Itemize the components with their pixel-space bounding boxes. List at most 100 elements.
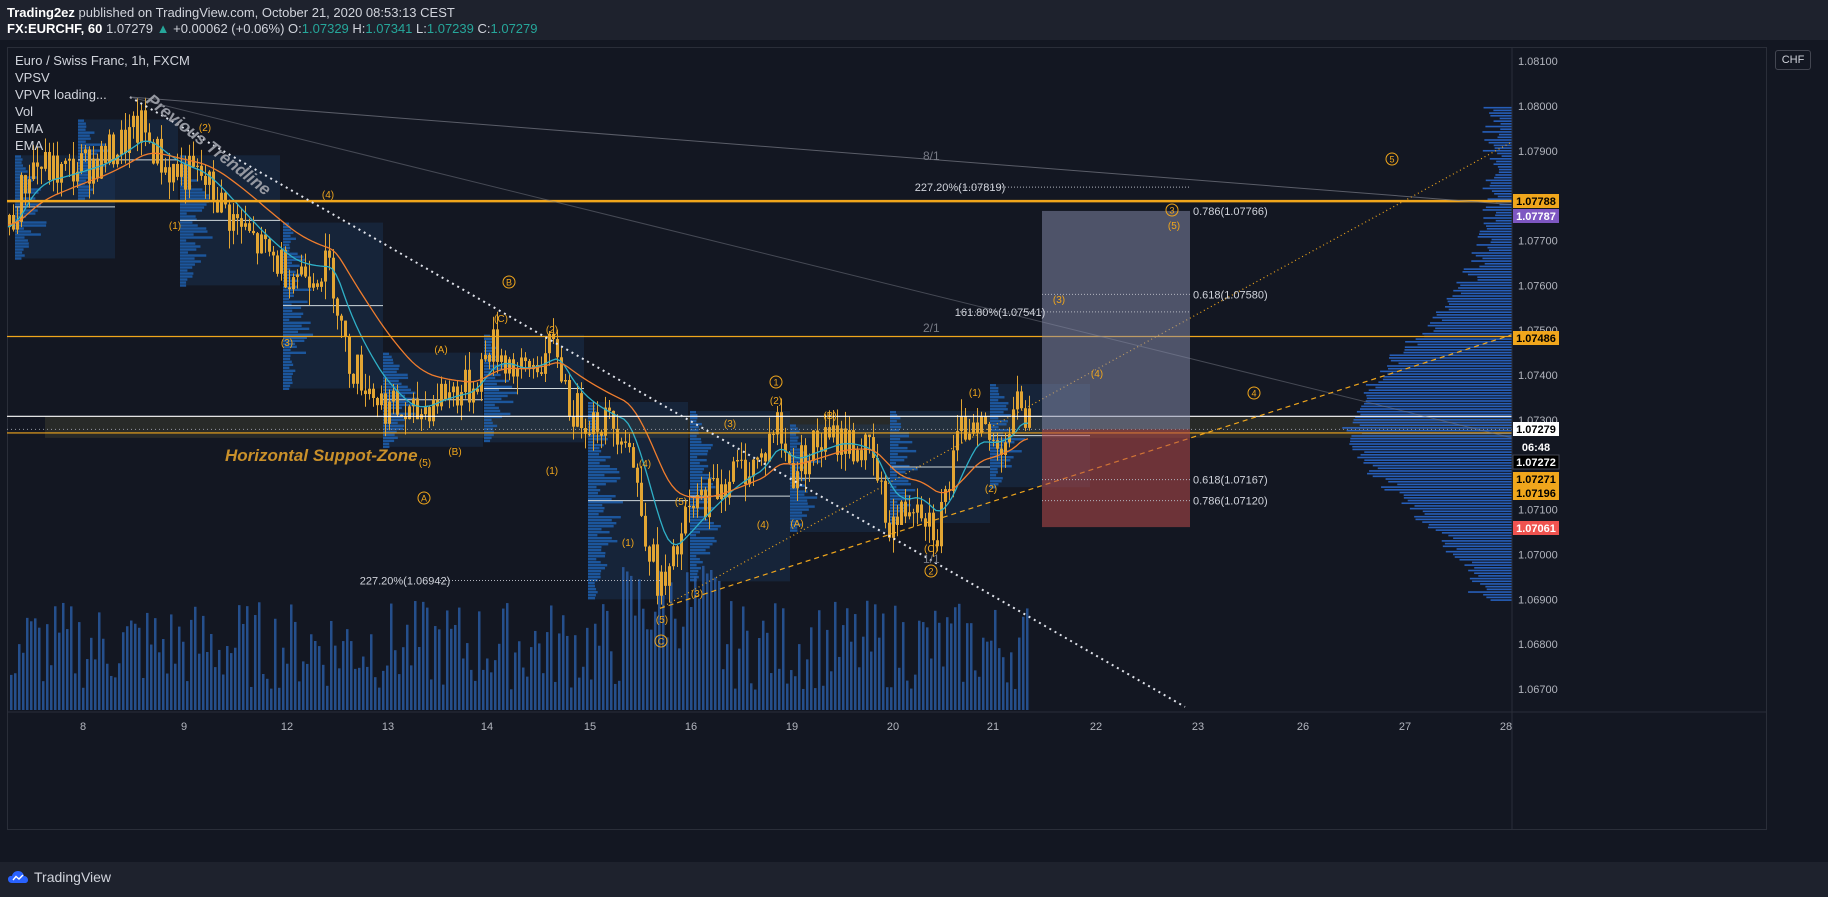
vpvr-bar — [1367, 472, 1512, 475]
legend-vpvr[interactable]: VPVR loading... — [15, 86, 190, 103]
session-profile-bar — [78, 179, 86, 182]
vpvr-bar — [1403, 494, 1512, 496]
candle-body — [588, 433, 591, 435]
session-profile-bar — [990, 384, 996, 387]
volume-bar — [310, 634, 313, 710]
session-profile-bar — [790, 514, 807, 517]
candle-body — [852, 430, 855, 462]
volume-bar — [898, 667, 901, 710]
wave-label: (2) — [985, 484, 997, 495]
session-profile-bar — [990, 480, 1002, 483]
volume-bar — [66, 629, 69, 710]
wave-label: (3) — [691, 589, 703, 600]
volume-bar — [162, 639, 165, 710]
tradingview-logo[interactable]: TradingView — [8, 869, 111, 885]
candle-body — [740, 459, 743, 461]
candle-body — [720, 484, 723, 500]
candle-body — [824, 427, 827, 452]
session-profile-bar — [15, 158, 23, 161]
session-profile-bar — [180, 233, 194, 236]
candle-body — [952, 450, 955, 491]
candle-body — [372, 388, 375, 399]
vpvr-bar — [1385, 478, 1512, 480]
vpvr-bar — [1479, 233, 1512, 235]
session-profile-bar — [690, 479, 703, 483]
x-tick-label: 12 — [281, 721, 293, 733]
vpvr-bar — [1462, 271, 1512, 273]
volume-bar — [718, 580, 721, 710]
x-tick-label: 21 — [987, 721, 999, 733]
price-chart[interactable]: 227.20%(1.07819) 161.80%(1.07541) 227.20%(… — [0, 0, 1828, 862]
session-profile-bar — [588, 542, 609, 546]
volume-bar — [650, 629, 653, 710]
candle-body — [764, 453, 767, 462]
vpvr-bar — [1369, 470, 1512, 472]
volume-bar — [634, 615, 637, 710]
volume-bar — [922, 622, 925, 710]
vpvr-bar — [1427, 324, 1512, 327]
candle-body — [620, 441, 623, 445]
candle-body — [444, 383, 447, 400]
session-profile-bar — [283, 354, 291, 357]
candle-body — [928, 512, 931, 527]
volume-bar — [578, 677, 581, 710]
candle-body — [808, 460, 811, 475]
candle-body — [248, 223, 251, 231]
y-tick-label: 1.08000 — [1518, 101, 1558, 113]
candle-body — [252, 230, 255, 234]
session-profile-bar — [890, 461, 897, 465]
session-profile-bar — [283, 324, 302, 327]
vpvr-bar — [1471, 252, 1512, 254]
volume-bar — [582, 666, 585, 710]
session-profile-bar — [588, 494, 616, 498]
session-profile-bar — [690, 485, 716, 489]
session-profile-bar — [283, 366, 290, 369]
volume-bar — [642, 608, 645, 710]
session-profile-bar — [180, 254, 207, 257]
session-profile-bar — [588, 524, 614, 528]
legend-ema-1[interactable]: EMA — [15, 120, 190, 137]
volume-bar — [166, 673, 169, 710]
candle-body — [52, 155, 55, 181]
legend-vpsv[interactable]: VPSV — [15, 69, 190, 86]
legend-ema-2[interactable]: EMA — [15, 137, 190, 154]
volume-bar — [938, 622, 941, 710]
legend-title[interactable]: Euro / Swiss Franc, 1h, FXCM — [15, 52, 190, 69]
session-profile-bar — [283, 381, 293, 384]
wave-label: (4) — [1091, 369, 1103, 380]
vpvr-bar — [1433, 330, 1512, 332]
candle-body — [700, 489, 703, 496]
volume-bar — [346, 629, 349, 710]
candle-body — [956, 431, 959, 451]
session-profile-bar — [690, 536, 715, 540]
volume-bar — [570, 687, 573, 710]
currency-button[interactable]: CHF — [1775, 50, 1811, 70]
vpvr-bar — [1490, 599, 1512, 601]
session-profile-bar — [484, 409, 501, 413]
candle-body — [872, 437, 875, 458]
candle-body — [992, 439, 995, 441]
volume-bar — [290, 604, 293, 710]
volume-bar — [150, 644, 153, 710]
session-profile-bar — [890, 506, 907, 510]
vpvr-bar — [1383, 375, 1512, 378]
volume-bar — [266, 678, 269, 710]
volume-bar — [514, 652, 517, 710]
volume-bar — [438, 629, 441, 710]
legend-vol[interactable]: Vol — [15, 103, 190, 120]
volume-bar — [1014, 688, 1017, 710]
volume-bar — [342, 641, 345, 710]
volume-bar — [22, 652, 25, 710]
x-tick-label: 26 — [1297, 721, 1309, 733]
session-profile-bar — [78, 191, 91, 194]
candle-body — [624, 441, 627, 443]
vpvr-bar — [1454, 556, 1512, 558]
session-profile-bar — [180, 188, 203, 191]
vpvr-bar — [1482, 257, 1512, 260]
session-profile-bar — [15, 167, 26, 170]
session-profile-bar — [690, 545, 710, 549]
session-profile-bar — [588, 527, 602, 531]
session-profile-bar — [588, 545, 602, 549]
session-profile-bar — [484, 382, 497, 386]
volume-bar — [670, 582, 673, 710]
